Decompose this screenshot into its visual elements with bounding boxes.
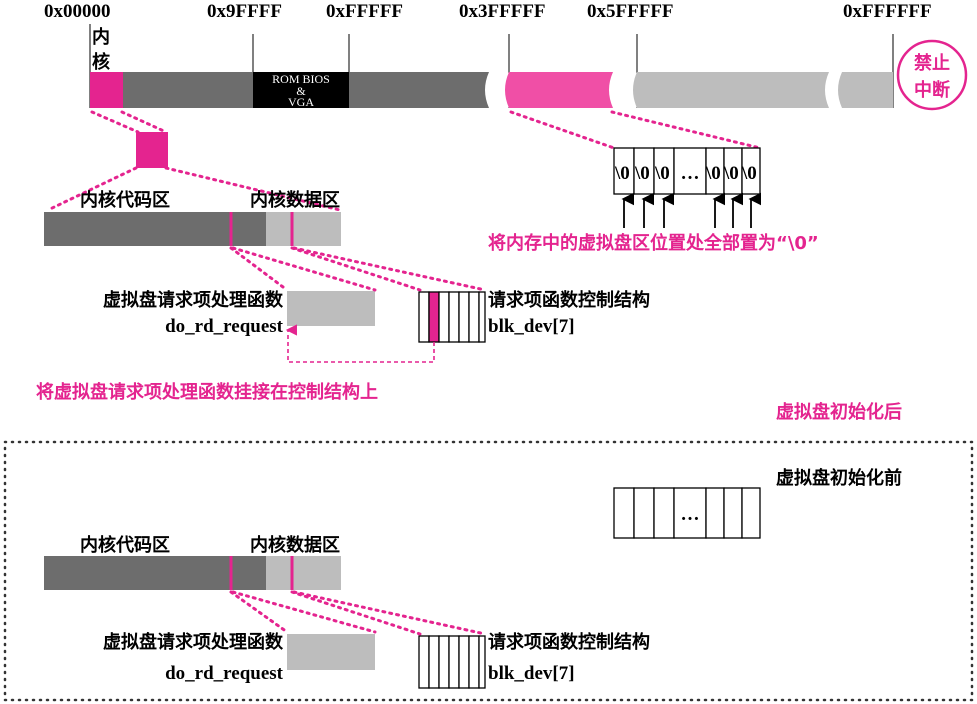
zero-cell-6: \0	[741, 163, 757, 184]
after-kernel-section: 内核代码区 内核数据区	[44, 189, 341, 246]
after-kernel-code-label: 内核代码区	[80, 189, 170, 211]
interrupt-disable-badge: 禁止 中断	[896, 39, 968, 111]
kernel-segment	[90, 72, 123, 108]
badge-line-1: 禁止	[914, 52, 950, 74]
hook-note: 将虚拟盘请求项处理函数挂接在控制结构上	[36, 381, 378, 403]
ramdisk-expand-right	[610, 110, 762, 150]
rom-bios-label-3: VGA	[288, 95, 314, 109]
before-handler-func: do_rd_request	[165, 663, 284, 684]
zoom-link-right	[120, 110, 168, 134]
badge-line-2: 中断	[914, 79, 950, 101]
kernel-zoom-block	[136, 132, 168, 168]
before-kernel-code-label: 内核代码区	[80, 534, 170, 556]
after-blkdev-cells	[418, 291, 486, 343]
main-memory-segment-2	[838, 72, 893, 108]
zero-fill-note: 将内存中的虚拟盘区位置处全部置为“\0”	[488, 232, 819, 254]
before-handler-link-left	[229, 590, 289, 634]
ramdisk-zeroed-cells: \0 \0 \0 … \0 \0 \0	[613, 147, 761, 195]
hook-arrow	[285, 324, 435, 363]
address-label-2: 0xFFFFF	[326, 1, 403, 22]
main-memory-segment-1	[633, 72, 829, 108]
address-label-1: 0x9FFFF	[207, 1, 282, 22]
after-ctrl-name: 请求项函数控制结构	[488, 289, 650, 311]
zero-cell-5: \0	[723, 163, 739, 184]
zero-cell-3: \0	[654, 163, 670, 184]
before-kernel-code-bar	[44, 556, 266, 590]
ramdisk-expand-left	[509, 110, 616, 150]
before-kernel-section: 内核代码区 内核数据区	[44, 534, 341, 590]
after-handler-block	[287, 291, 375, 326]
before-handler-name: 虚拟盘请求项处理函数	[103, 631, 284, 653]
kernel-short-label-1: 内	[92, 26, 110, 48]
address-labels: 0x00000 0x9FFFF 0xFFFFF 0x3FFFFF 0x5FFFF…	[44, 1, 932, 22]
address-label-3: 0x3FFFFF	[459, 1, 546, 22]
after-kernel-code-bar	[44, 212, 266, 246]
after-handler-link-left	[229, 246, 289, 292]
before-kernel-data-label: 内核数据区	[250, 534, 340, 556]
before-handler-block	[287, 634, 375, 670]
after-ctrl-var: blk_dev[7]	[488, 316, 575, 337]
after-handler-func: do_rd_request	[165, 316, 284, 337]
before-ramdisk-ellipsis: …	[681, 504, 700, 525]
hooked-blkdev-cell	[428, 291, 440, 343]
zero-cell-ellipsis: …	[681, 163, 700, 184]
address-label-0: 0x00000	[44, 1, 111, 22]
memory-map-bar: ROM BIOS & VGA	[90, 72, 893, 109]
low-memory-segment	[123, 72, 253, 108]
address-label-4: 0x5FFFFF	[587, 1, 674, 22]
before-kernel-data-bar	[266, 556, 341, 590]
buffer-segment	[349, 72, 489, 108]
ramdisk-init-diagram: 0x00000 0x9FFFF 0xFFFFF 0x3FFFFF 0x5FFFF…	[3, 1, 974, 702]
after-blkdev-link-right	[292, 246, 487, 292]
before-blkdev-link-right	[292, 590, 487, 636]
address-label-5: 0xFFFFFF	[843, 1, 932, 22]
before-ctrl-var: blk_dev[7]	[488, 663, 575, 684]
ramdisk-segment	[505, 72, 613, 108]
zero-fill-arrows	[621, 192, 762, 228]
after-init-label: 虚拟盘初始化后	[776, 401, 902, 423]
kernel-short-label-2: 核	[92, 51, 110, 73]
after-kernel-data-label: 内核数据区	[250, 189, 340, 211]
zero-cell-2: \0	[634, 163, 650, 184]
before-blkdev-cells	[418, 635, 486, 689]
zero-cell-4: \0	[705, 163, 721, 184]
before-ctrl-name: 请求项函数控制结构	[488, 631, 650, 653]
before-ramdisk-cells: …	[613, 487, 761, 539]
zero-cell-1: \0	[614, 163, 630, 184]
after-handler-name: 虚拟盘请求项处理函数	[103, 289, 284, 311]
after-kernel-data-bar	[266, 212, 341, 246]
before-init-label: 虚拟盘初始化前	[776, 467, 902, 489]
